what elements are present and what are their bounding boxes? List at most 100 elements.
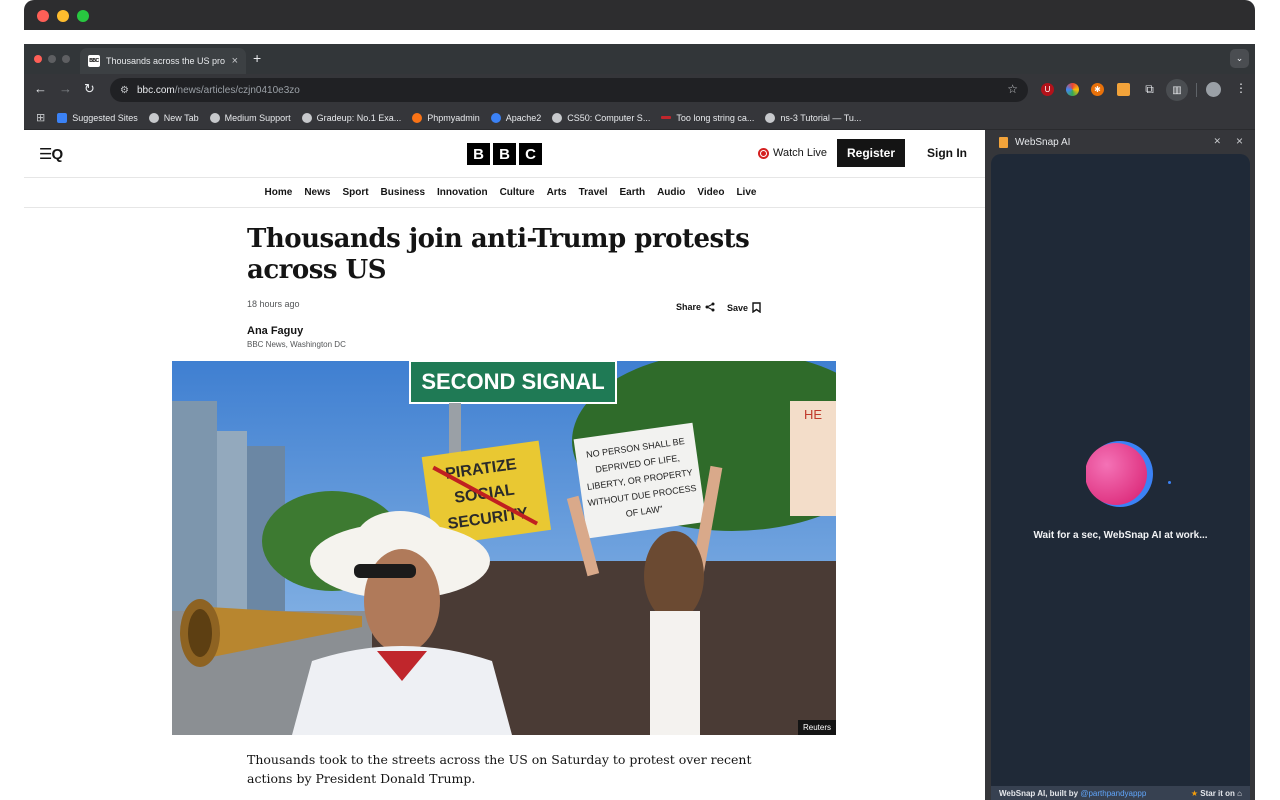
address-bar[interactable]: ⚙ bbc.com/news/articles/czjn0410e3zo ☆ <box>110 78 1028 102</box>
nav-item-arts[interactable]: Arts <box>547 187 567 198</box>
nav-item-home[interactable]: Home <box>265 187 293 198</box>
menu-search-icon[interactable]: ☰Q <box>39 145 63 163</box>
github-icon: ⌂ <box>1237 788 1242 798</box>
bookmark-item[interactable]: New Tab <box>148 112 199 123</box>
bbc-header: ☰Q B B C Watch Live Register Sign In <box>24 130 985 178</box>
nav-item-business[interactable]: Business <box>381 187 425 198</box>
nav-item-news[interactable]: News <box>304 187 330 198</box>
tab-close-icon[interactable]: × <box>232 55 238 67</box>
author-name[interactable]: Ana Faguy <box>247 325 303 337</box>
save-label: Save <box>727 302 749 313</box>
nav-item-sport[interactable]: Sport <box>342 187 368 198</box>
street-sign-text: SECOND SIGNAL <box>421 369 604 394</box>
loading-dot <box>1168 481 1171 484</box>
mac-titlebar <box>24 0 1255 30</box>
unpin-icon[interactable]: ✕ <box>1213 136 1221 147</box>
bookmark-label: ns-3 Tutorial — Tu... <box>780 112 862 123</box>
watch-live-label: Watch Live <box>773 147 828 159</box>
article-photo: SECOND SIGNAL PIRATIZE SOCIAL SECURITY N… <box>172 361 836 735</box>
bookmark-item[interactable]: Apache2 <box>490 112 542 123</box>
side-panel-icon[interactable]: ▥ <box>1166 79 1188 101</box>
extensions-puzzle-icon[interactable]: ⧉ <box>1143 82 1156 96</box>
bookmark-item[interactable]: Phpmyadmin <box>412 112 480 123</box>
window-zoom-button[interactable] <box>62 55 70 63</box>
nav-item-innovation[interactable]: Innovation <box>437 187 488 198</box>
forward-arrow-icon[interactable]: → <box>59 81 72 96</box>
apps-grid-icon[interactable]: ⊞ <box>36 111 45 124</box>
tab-search-button[interactable]: ⌄ <box>1230 49 1249 68</box>
save-button[interactable]: Save <box>727 302 761 313</box>
nav-item-travel[interactable]: Travel <box>579 187 608 198</box>
apache-icon <box>490 112 501 123</box>
nav-item-audio[interactable]: Audio <box>657 187 685 198</box>
sign-in-link[interactable]: Sign In <box>927 146 967 160</box>
bookmark-item[interactable]: Suggested Sites <box>57 112 138 123</box>
side-panel-body: Wait for a sec, WebSnap AI at work... <box>991 154 1250 786</box>
tab-bbc-article[interactable]: BBC Thousands across the US pro × <box>80 48 246 74</box>
globe-icon <box>148 112 159 123</box>
bookmark-item[interactable]: Gradeup: No.1 Exa... <box>301 112 401 123</box>
bookmark-star-icon[interactable]: ☆ <box>1007 82 1018 96</box>
side-panel-title: WebSnap AI <box>1015 136 1071 148</box>
bookmark-item[interactable]: CS50: Computer S... <box>552 112 650 123</box>
mac-close-button[interactable] <box>37 10 49 22</box>
side-panel-close-icon[interactable]: × <box>1236 134 1243 148</box>
bbc-logo-letter: B <box>493 143 516 165</box>
author-handle-link[interactable]: @parthpandyappp <box>1080 789 1146 798</box>
live-dot-icon <box>758 147 769 159</box>
tab-title: Thousands across the US pro <box>105 56 226 66</box>
right-sign-text: HE <box>804 407 822 422</box>
bbc-logo[interactable]: B B C <box>467 143 542 165</box>
bookmark-label: Apache2 <box>505 112 542 123</box>
window-minimize-button[interactable] <box>48 55 56 63</box>
color-extension-icon[interactable] <box>1066 83 1079 96</box>
nav-item-video[interactable]: Video <box>697 187 724 198</box>
new-tab-button[interactable]: + <box>253 50 261 66</box>
websnap-logo-icon <box>999 136 1008 148</box>
bookmarks-bar: ⊞ Suggested Sites New Tab Medium Support Gr… <box>24 106 1255 130</box>
nav-item-earth[interactable]: Earth <box>620 187 646 198</box>
chrome-menu-icon[interactable]: ⋮ <box>1235 81 1247 95</box>
bbc-logo-letter: B <box>467 143 490 165</box>
photo-credit: Reuters <box>797 720 836 735</box>
nav-item-culture[interactable]: Culture <box>500 187 535 198</box>
nav-item-live[interactable]: Live <box>736 187 756 198</box>
bookmark-label: New Tab <box>163 112 199 123</box>
side-panel-header: WebSnap AI ✕ × <box>985 130 1255 154</box>
globe-icon <box>765 112 776 123</box>
author-role: BBC News, Washington DC <box>247 340 346 349</box>
window-gap <box>24 30 1255 44</box>
bookmark-label: Too long string ca... <box>676 112 755 123</box>
article-headline: Thousands join anti-Trump protests acros… <box>247 224 750 285</box>
globe-icon <box>552 112 563 123</box>
dash-icon <box>661 116 672 119</box>
share-icon <box>705 302 715 312</box>
window-close-button[interactable] <box>34 55 42 63</box>
phpmyadmin-icon <box>412 112 423 123</box>
bookmark-item[interactable]: Medium Support <box>209 112 291 123</box>
mac-minimize-button[interactable] <box>57 10 69 22</box>
mac-zoom-button[interactable] <box>77 10 89 22</box>
back-arrow-icon[interactable]: ← <box>34 81 47 96</box>
bookmark-item[interactable]: Too long string ca... <box>661 113 754 123</box>
globe-icon <box>301 112 312 123</box>
bbc-nav: Home News Sport Business Innovation Culture Ar… <box>24 178 985 208</box>
bookmark-label: Suggested Sites <box>72 112 138 123</box>
bing-icon <box>57 112 68 123</box>
share-button[interactable]: Share <box>676 302 715 312</box>
watch-live-link[interactable]: Watch Live <box>758 147 827 159</box>
github-star-link[interactable]: ★ Star it on ⌂ <box>1191 789 1242 798</box>
cookie-extension-icon[interactable]: ✱ <box>1091 83 1104 96</box>
bookmark-icon <box>752 302 761 313</box>
site-info-icon[interactable]: ⚙ <box>120 85 129 96</box>
bbc-favicon-icon: BBC <box>88 55 100 67</box>
profile-avatar[interactable] <box>1206 82 1221 97</box>
reload-icon[interactable]: ↻ <box>84 81 95 97</box>
ublock-extension-icon[interactable]: U <box>1041 83 1054 96</box>
websnap-extension-icon[interactable] <box>1117 83 1130 96</box>
bookmark-item[interactable]: ns-3 Tutorial — Tu... <box>765 112 862 123</box>
browser-toolbar: ← → ↻ ⚙ bbc.com/news/articles/czjn0410e3… <box>24 74 1255 106</box>
tab-strip: BBC Thousands across the US pro × + ⌄ <box>24 44 1255 74</box>
toolbar-separator <box>1196 83 1197 97</box>
register-button[interactable]: Register <box>837 139 905 167</box>
